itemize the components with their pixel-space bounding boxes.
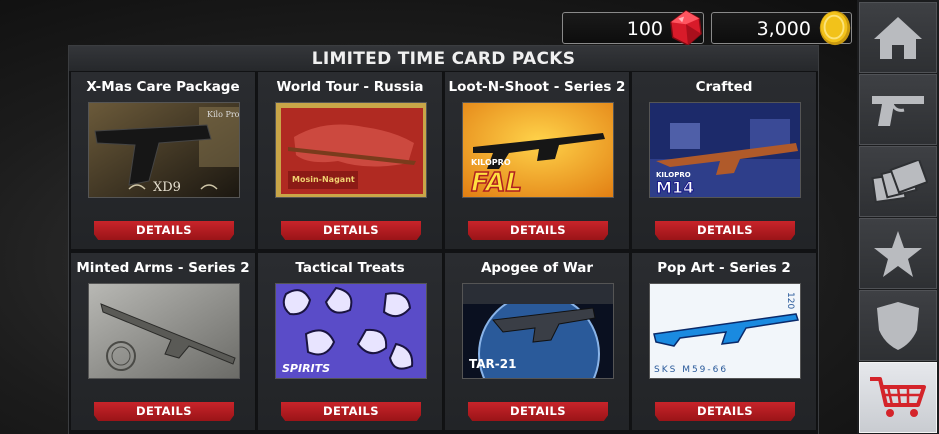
details-button[interactable]: DETAILS — [655, 221, 795, 240]
pack-title: Pop Art - Series 2 — [657, 260, 791, 276]
gems-balance[interactable]: 100 — [562, 10, 704, 46]
star-icon — [874, 230, 922, 277]
nav-home[interactable] — [859, 2, 937, 73]
ruby-gem-icon — [670, 10, 702, 46]
svg-text:Kilo Pro II: Kilo Pro II — [207, 110, 240, 119]
pack-card-apogee-of-war[interactable]: Apogee of War TAR-21 DETAILS — [445, 253, 630, 430]
details-button[interactable]: DETAILS — [468, 221, 608, 240]
svg-text:SPIRITS: SPIRITS — [282, 362, 330, 375]
pack-title: X-Mas Care Package — [86, 79, 240, 95]
pack-title: World Tour - Russia — [276, 79, 424, 95]
pack-card-minted-arms[interactable]: Minted Arms - Series 2 DETAILS — [71, 253, 256, 430]
nav-shop[interactable] — [859, 362, 937, 433]
svg-text:FAL: FAL — [471, 168, 522, 198]
pack-thumbnail: KILOPRO M14 — [649, 102, 801, 198]
details-button[interactable]: DETAILS — [655, 402, 795, 421]
details-button[interactable]: DETAILS — [281, 402, 421, 421]
pack-thumbnail: KILOPRO FAL — [462, 102, 614, 198]
cart-icon — [870, 376, 926, 417]
coins-count: 3,000 — [756, 18, 811, 40]
details-button[interactable]: DETAILS — [94, 402, 234, 421]
side-navigation — [857, 0, 939, 434]
pack-title: Tactical Treats — [295, 260, 405, 276]
gems-count: 100 — [626, 18, 663, 40]
panel-title: LIMITED TIME CARD PACKS — [69, 46, 818, 71]
pack-thumbnail: Kilo Pro II XD9 — [88, 102, 240, 198]
details-button[interactable]: DETAILS — [94, 221, 234, 240]
pack-card-loot-n-shoot[interactable]: Loot-N-Shoot - Series 2 KILOPRO FAL DETA… — [445, 72, 630, 249]
nav-cards[interactable] — [859, 146, 937, 217]
svg-text:SKS M59-66: SKS M59-66 — [654, 365, 728, 375]
pack-card-crafted[interactable]: Crafted KILOPRO M14 DETAILS — [632, 72, 817, 249]
svg-text:TAR-21: TAR-21 — [469, 357, 516, 371]
pack-thumbnail: SPIRITS — [275, 283, 427, 379]
card-packs-panel: LIMITED TIME CARD PACKS X-Mas Care Packa… — [68, 45, 819, 434]
svg-text:KILOPRO: KILOPRO — [471, 158, 511, 167]
nav-favorites[interactable] — [859, 218, 937, 289]
pack-thumbnail: Mosin-Nagant — [275, 102, 427, 198]
gold-coin-icon — [819, 10, 851, 46]
cards-icon — [871, 159, 928, 203]
nav-clan[interactable] — [859, 290, 937, 361]
shield-icon — [877, 301, 919, 350]
pack-title: Minted Arms - Series 2 — [76, 260, 250, 276]
pack-card-tactical-treats[interactable]: Tactical Treats SPIRITS DETAILS — [258, 253, 443, 430]
svg-text:XD9: XD9 — [153, 180, 181, 195]
pack-thumbnail: TAR-21 — [462, 283, 614, 379]
details-button[interactable]: DETAILS — [468, 402, 608, 421]
pack-title: Apogee of War — [480, 260, 594, 276]
pack-thumbnail — [88, 283, 240, 379]
pack-title: Loot-N-Shoot - Series 2 — [448, 79, 626, 95]
coins-balance[interactable]: 3,000 — [711, 10, 852, 46]
pistol-icon — [872, 95, 924, 126]
nav-weapons[interactable] — [859, 74, 937, 145]
pack-card-pop-art[interactable]: Pop Art - Series 2 SKS M59-66 120 DETAIL… — [632, 253, 817, 430]
svg-text:Mosin-Nagant: Mosin-Nagant — [292, 175, 355, 184]
pack-thumbnail: SKS M59-66 120 — [649, 283, 801, 379]
pack-title: Crafted — [695, 79, 753, 95]
svg-text:M14: M14 — [656, 178, 694, 197]
svg-text:120: 120 — [785, 292, 795, 309]
details-button[interactable]: DETAILS — [281, 221, 421, 240]
pack-card-world-tour[interactable]: World Tour - Russia Mosin-Nagant DETAILS — [258, 72, 443, 249]
home-icon — [874, 16, 922, 59]
pack-card-xmas[interactable]: X-Mas Care Package Kilo Pro II XD9 DETAI… — [71, 72, 256, 249]
